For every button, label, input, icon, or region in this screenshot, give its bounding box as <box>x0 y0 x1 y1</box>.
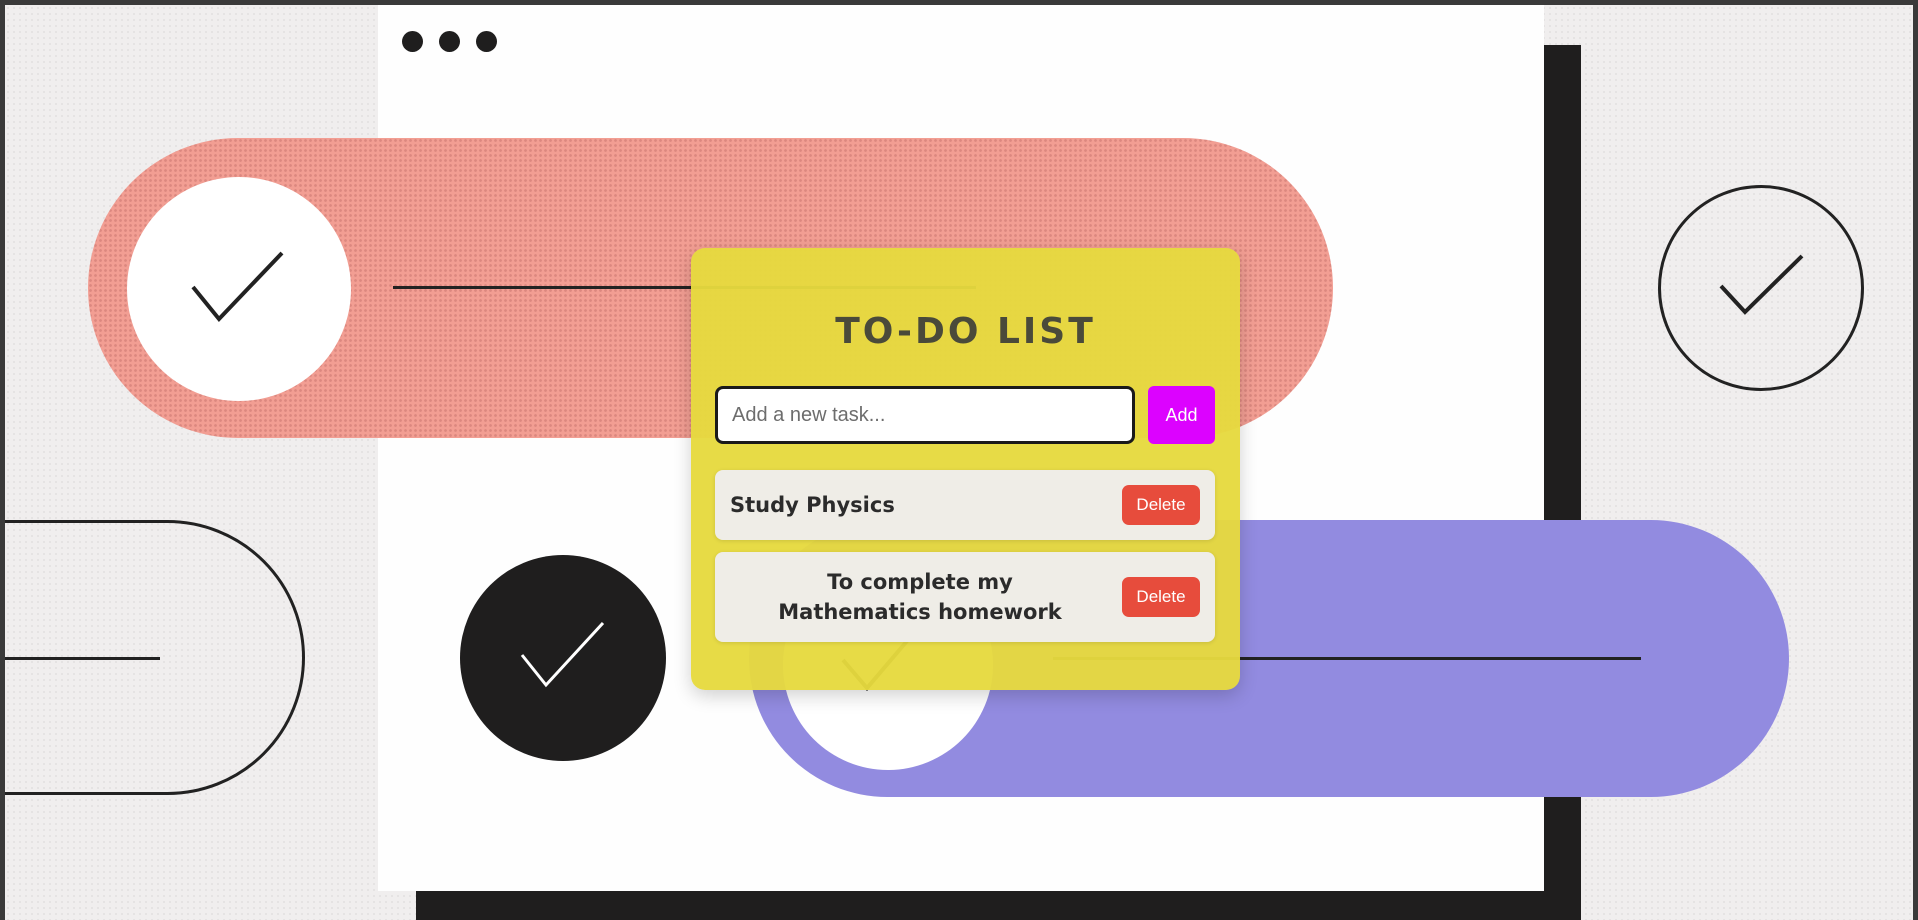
dark-check-circle <box>460 555 666 761</box>
new-task-input[interactable] <box>715 386 1135 444</box>
check-icon <box>520 621 605 688</box>
task-item: Study Physics Delete <box>715 470 1215 540</box>
background-canvas: TO-DO LIST Add Study Physics Delete To c… <box>5 5 1913 920</box>
todo-card: TO-DO LIST Add Study Physics Delete To c… <box>691 248 1240 690</box>
task-text: Study Physics <box>730 493 895 517</box>
delete-task-button[interactable]: Delete <box>1122 485 1200 525</box>
task-text: To complete my Mathematics homework <box>778 570 1062 624</box>
window-dot-icon <box>476 31 497 52</box>
pink-pill-check-circle <box>127 177 351 401</box>
todo-title: TO-DO LIST <box>835 311 1096 352</box>
outline-check-circle <box>1658 185 1864 391</box>
check-icon <box>1719 254 1804 315</box>
add-task-button[interactable]: Add <box>1148 386 1215 444</box>
check-icon <box>191 251 284 323</box>
delete-task-button[interactable]: Delete <box>1122 577 1200 617</box>
task-item: To complete my Mathematics homework Dele… <box>715 552 1215 642</box>
window-dot-icon <box>439 31 460 52</box>
outline-pill-line <box>5 657 160 660</box>
window-dot-icon <box>402 31 423 52</box>
